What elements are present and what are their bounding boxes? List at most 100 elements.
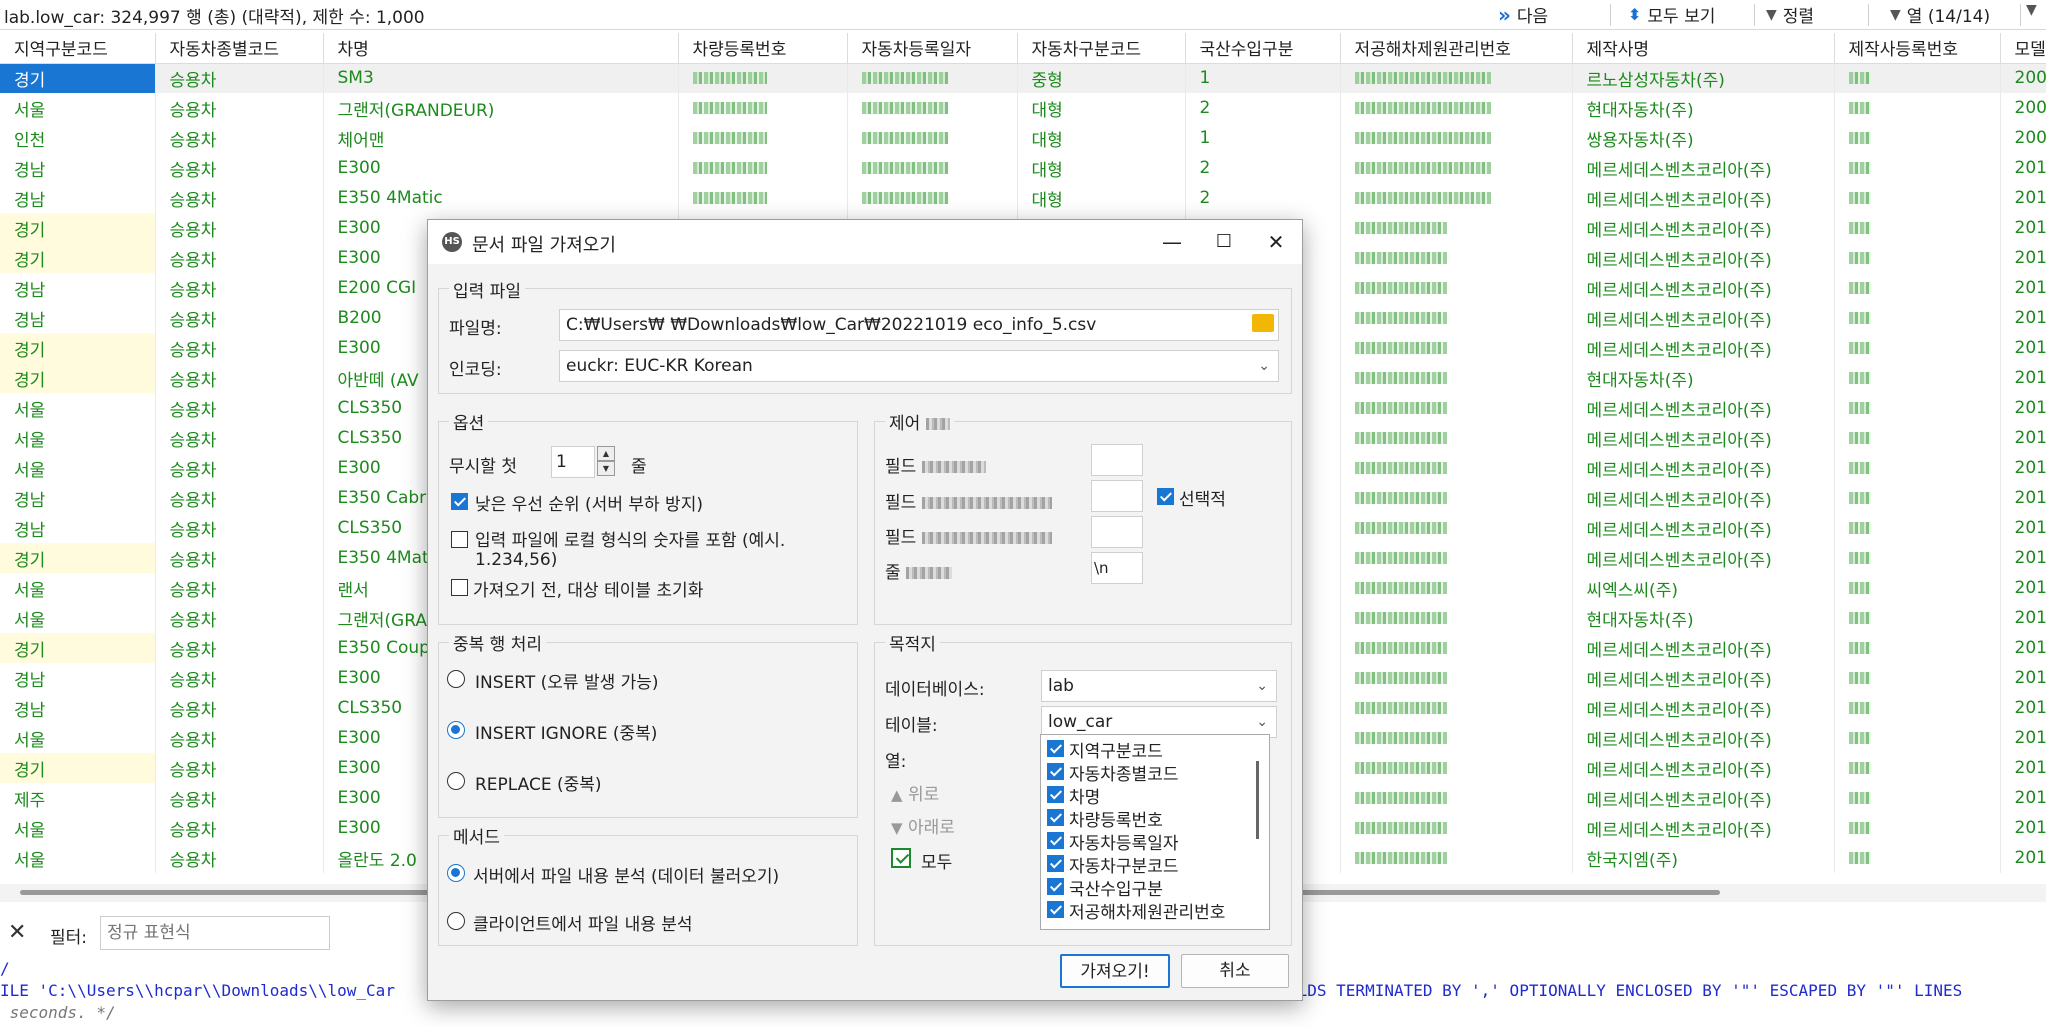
- table-cell[interactable]: 서울: [0, 93, 156, 123]
- skip-lines-spinner[interactable]: ▲ ▼: [597, 446, 615, 478]
- table-cell[interactable]: 현대자동차(주): [1572, 363, 1835, 393]
- close-icon[interactable]: ✕: [1252, 226, 1300, 258]
- column-list-item[interactable]: 국산수입구분: [1047, 875, 1163, 900]
- table-cell[interactable]: 2: [1185, 93, 1341, 123]
- select-all-checkbox[interactable]: [891, 848, 911, 868]
- table-cell[interactable]: 경기: [0, 753, 156, 783]
- table-cell[interactable]: 2012: [2000, 783, 2046, 813]
- table-cell[interactable]: [1340, 723, 1573, 753]
- table-cell[interactable]: [1834, 303, 2001, 333]
- table-cell[interactable]: 경남: [0, 183, 156, 213]
- truncate-table-checkbox[interactable]: [451, 579, 468, 596]
- table-cell[interactable]: [1834, 213, 2001, 243]
- table-cell[interactable]: 승용차: [155, 693, 324, 723]
- insert-ignore-radio[interactable]: [447, 721, 465, 739]
- table-cell[interactable]: 현대자동차(주): [1572, 93, 1835, 123]
- column-header[interactable]: 지역구분코드: [0, 33, 156, 64]
- table-cell[interactable]: 2012: [2000, 393, 2046, 423]
- column-header[interactable]: 자동차종별코드: [155, 33, 324, 64]
- line-terminator-input[interactable]: \n: [1091, 552, 1143, 584]
- column-list-item[interactable]: 차량등록번호: [1047, 806, 1163, 831]
- field-escape-input[interactable]: [1091, 516, 1143, 548]
- table-cell[interactable]: [1340, 843, 1573, 873]
- column-checkbox[interactable]: [1047, 878, 1064, 895]
- table-cell[interactable]: 메르세데스벤츠코리아(주): [1572, 153, 1835, 183]
- table-cell[interactable]: 승용차: [155, 603, 324, 633]
- table-cell[interactable]: 2012: [2000, 813, 2046, 843]
- table-cell[interactable]: 메르세데스벤츠코리아(주): [1572, 513, 1835, 543]
- field-enclosure-input[interactable]: [1091, 480, 1143, 512]
- table-cell[interactable]: 메르세데스벤츠코리아(주): [1572, 663, 1835, 693]
- table-cell[interactable]: 승용차: [155, 813, 324, 843]
- column-list-item[interactable]: 자동차등록일자: [1047, 829, 1178, 854]
- table-cell[interactable]: 2010: [2000, 183, 2046, 213]
- database-select[interactable]: lab ⌄: [1041, 670, 1277, 702]
- table-cell[interactable]: 1: [1185, 123, 1341, 153]
- table-cell[interactable]: 경기: [0, 363, 156, 393]
- table-cell[interactable]: [1834, 453, 2001, 483]
- column-header[interactable]: 차량등록번호: [678, 33, 848, 64]
- table-cell[interactable]: [1340, 423, 1573, 453]
- table-cell[interactable]: 메르세데스벤츠코리아(주): [1572, 183, 1835, 213]
- table-cell[interactable]: 경남: [0, 513, 156, 543]
- table-cell[interactable]: [1340, 333, 1573, 363]
- table-cell[interactable]: 메르세데스벤츠코리아(주): [1572, 333, 1835, 363]
- column-checkbox[interactable]: [1047, 763, 1064, 780]
- more-button[interactable]: ▼: [2026, 2, 2037, 18]
- table-cell[interactable]: [1834, 183, 2001, 213]
- table-cell[interactable]: 그랜저(GRANDEUR): [323, 93, 679, 123]
- table-cell[interactable]: 경남: [0, 273, 156, 303]
- table-cell[interactable]: [1340, 693, 1573, 723]
- move-down-button[interactable]: ▼ 아래로: [891, 813, 955, 838]
- table-cell[interactable]: 승용차: [155, 333, 324, 363]
- table-cell[interactable]: 서울: [0, 423, 156, 453]
- table-cell[interactable]: [1340, 63, 1573, 93]
- table-cell[interactable]: 2012: [2000, 753, 2046, 783]
- table-cell[interactable]: 2007: [2000, 123, 2046, 153]
- table-cell[interactable]: 서울: [0, 603, 156, 633]
- table-cell[interactable]: [1340, 273, 1573, 303]
- table-cell[interactable]: [1340, 663, 1573, 693]
- table-cell[interactable]: [678, 93, 848, 123]
- column-header[interactable]: 자동차구분코드: [1017, 33, 1186, 64]
- table-cell[interactable]: 승용차: [155, 273, 324, 303]
- show-all-button[interactable]: ⬍ 모두 보기: [1628, 2, 1715, 27]
- table-cell[interactable]: 대형: [1017, 93, 1186, 123]
- table-cell[interactable]: 승용차: [155, 363, 324, 393]
- table-cell[interactable]: 메르세데스벤츠코리아(주): [1572, 543, 1835, 573]
- table-cell[interactable]: 승용차: [155, 303, 324, 333]
- table-cell[interactable]: 2011: [2000, 243, 2046, 273]
- table-cell[interactable]: [1834, 663, 2001, 693]
- table-row[interactable]: 경기승용차SM3 중형1 르노삼성자동차(주) 2005: [0, 63, 2046, 93]
- table-cell[interactable]: [1834, 153, 2001, 183]
- table-cell[interactable]: 승용차: [155, 123, 324, 153]
- client-parse-radio[interactable]: [447, 912, 465, 930]
- server-parse-radio[interactable]: [447, 864, 465, 882]
- filter-input[interactable]: [100, 916, 330, 950]
- import-button[interactable]: 가져오기!: [1060, 954, 1170, 988]
- table-cell[interactable]: 메르세데스벤츠코리아(주): [1572, 243, 1835, 273]
- table-cell[interactable]: [1834, 393, 2001, 423]
- table-cell[interactable]: [1834, 513, 2001, 543]
- column-list-item[interactable]: 자동차구분코드: [1047, 852, 1178, 877]
- table-cell[interactable]: 승용차: [155, 843, 324, 873]
- table-cell[interactable]: 한국지엠(주): [1572, 843, 1835, 873]
- table-cell[interactable]: 2012: [2000, 363, 2046, 393]
- table-cell[interactable]: [1340, 513, 1573, 543]
- table-cell[interactable]: 2011: [2000, 333, 2046, 363]
- table-cell[interactable]: E300: [323, 153, 679, 183]
- table-cell[interactable]: 2011: [2000, 273, 2046, 303]
- table-cell[interactable]: 승용차: [155, 243, 324, 273]
- table-cell[interactable]: [1340, 243, 1573, 273]
- table-cell[interactable]: [1340, 363, 1573, 393]
- folder-icon[interactable]: [1252, 314, 1274, 332]
- column-list-item[interactable]: 자동차종별코드: [1047, 760, 1178, 785]
- table-cell[interactable]: 서울: [0, 813, 156, 843]
- column-list-item[interactable]: 지역구분코드: [1047, 737, 1163, 762]
- table-cell[interactable]: 승용차: [155, 573, 324, 603]
- table-cell[interactable]: 메르세데스벤츠코리아(주): [1572, 723, 1835, 753]
- filename-field[interactable]: C:₩Users₩ ₩Downloads₩low_Car₩20221019 ec…: [559, 309, 1279, 341]
- table-cell[interactable]: 2011: [2000, 453, 2046, 483]
- table-cell[interactable]: SM3: [323, 63, 679, 93]
- table-cell[interactable]: 경남: [0, 153, 156, 183]
